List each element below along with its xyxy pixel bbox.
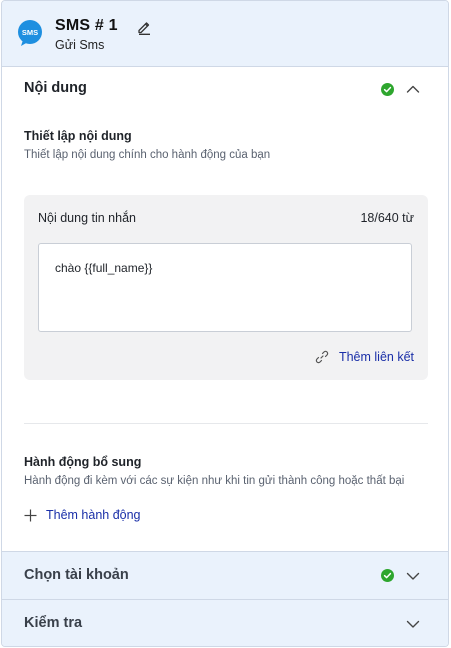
content-setup-title: Thiết lập nội dung [24,129,132,143]
extra-actions-title: Hành động bổ sung [24,455,142,469]
section-review-title: Kiểm tra [24,615,83,631]
content-setup-desc: Thiết lập nội dung chính cho hành động c… [24,149,271,161]
section-review-header[interactable]: Kiểm tra [2,599,448,646]
add-action-label: Thêm hành động [46,508,141,522]
chevron-down-icon[interactable] [406,617,420,631]
message-label: Nội dung tin nhắn [38,211,136,225]
chevron-down-icon[interactable] [406,569,420,583]
check-circle-icon [381,83,394,96]
check-circle-icon [381,569,394,582]
action-subtitle: Gửi Sms [55,38,105,52]
section-divider [24,423,428,424]
chevron-up-icon[interactable] [406,82,420,96]
message-textarea[interactable]: chào {{full_name}} [38,243,412,332]
sms-action-panel: SMS SMS # 1 Gửi Sms Nội dung Thiết lập n… [1,0,449,647]
message-box: Nội dung tin nhắn 18/640 từ chào {{full_… [24,195,428,380]
action-title: SMS # 1 [55,17,118,34]
link-icon [315,350,329,364]
add-link-button[interactable]: Thêm liên kết [315,349,414,365]
extra-actions-desc: Hành động đi kèm với các sự kiện như khi… [24,475,405,487]
section-content-title: Nội dung [24,80,87,96]
action-header: SMS SMS # 1 Gửi Sms [2,1,448,67]
pencil-icon[interactable] [136,19,152,35]
section-account-title: Chọn tài khoản [24,567,129,583]
char-count: 18/640 từ [360,211,414,225]
add-action-button[interactable]: Thêm hành động [24,506,141,524]
add-link-label: Thêm liên kết [338,350,414,364]
svg-text:SMS: SMS [22,28,38,37]
section-account-header[interactable]: Chọn tài khoản [2,551,448,599]
sms-bubble-icon: SMS [18,20,42,46]
section-content-header[interactable]: Nội dung [2,67,448,111]
plus-icon [24,509,37,521]
